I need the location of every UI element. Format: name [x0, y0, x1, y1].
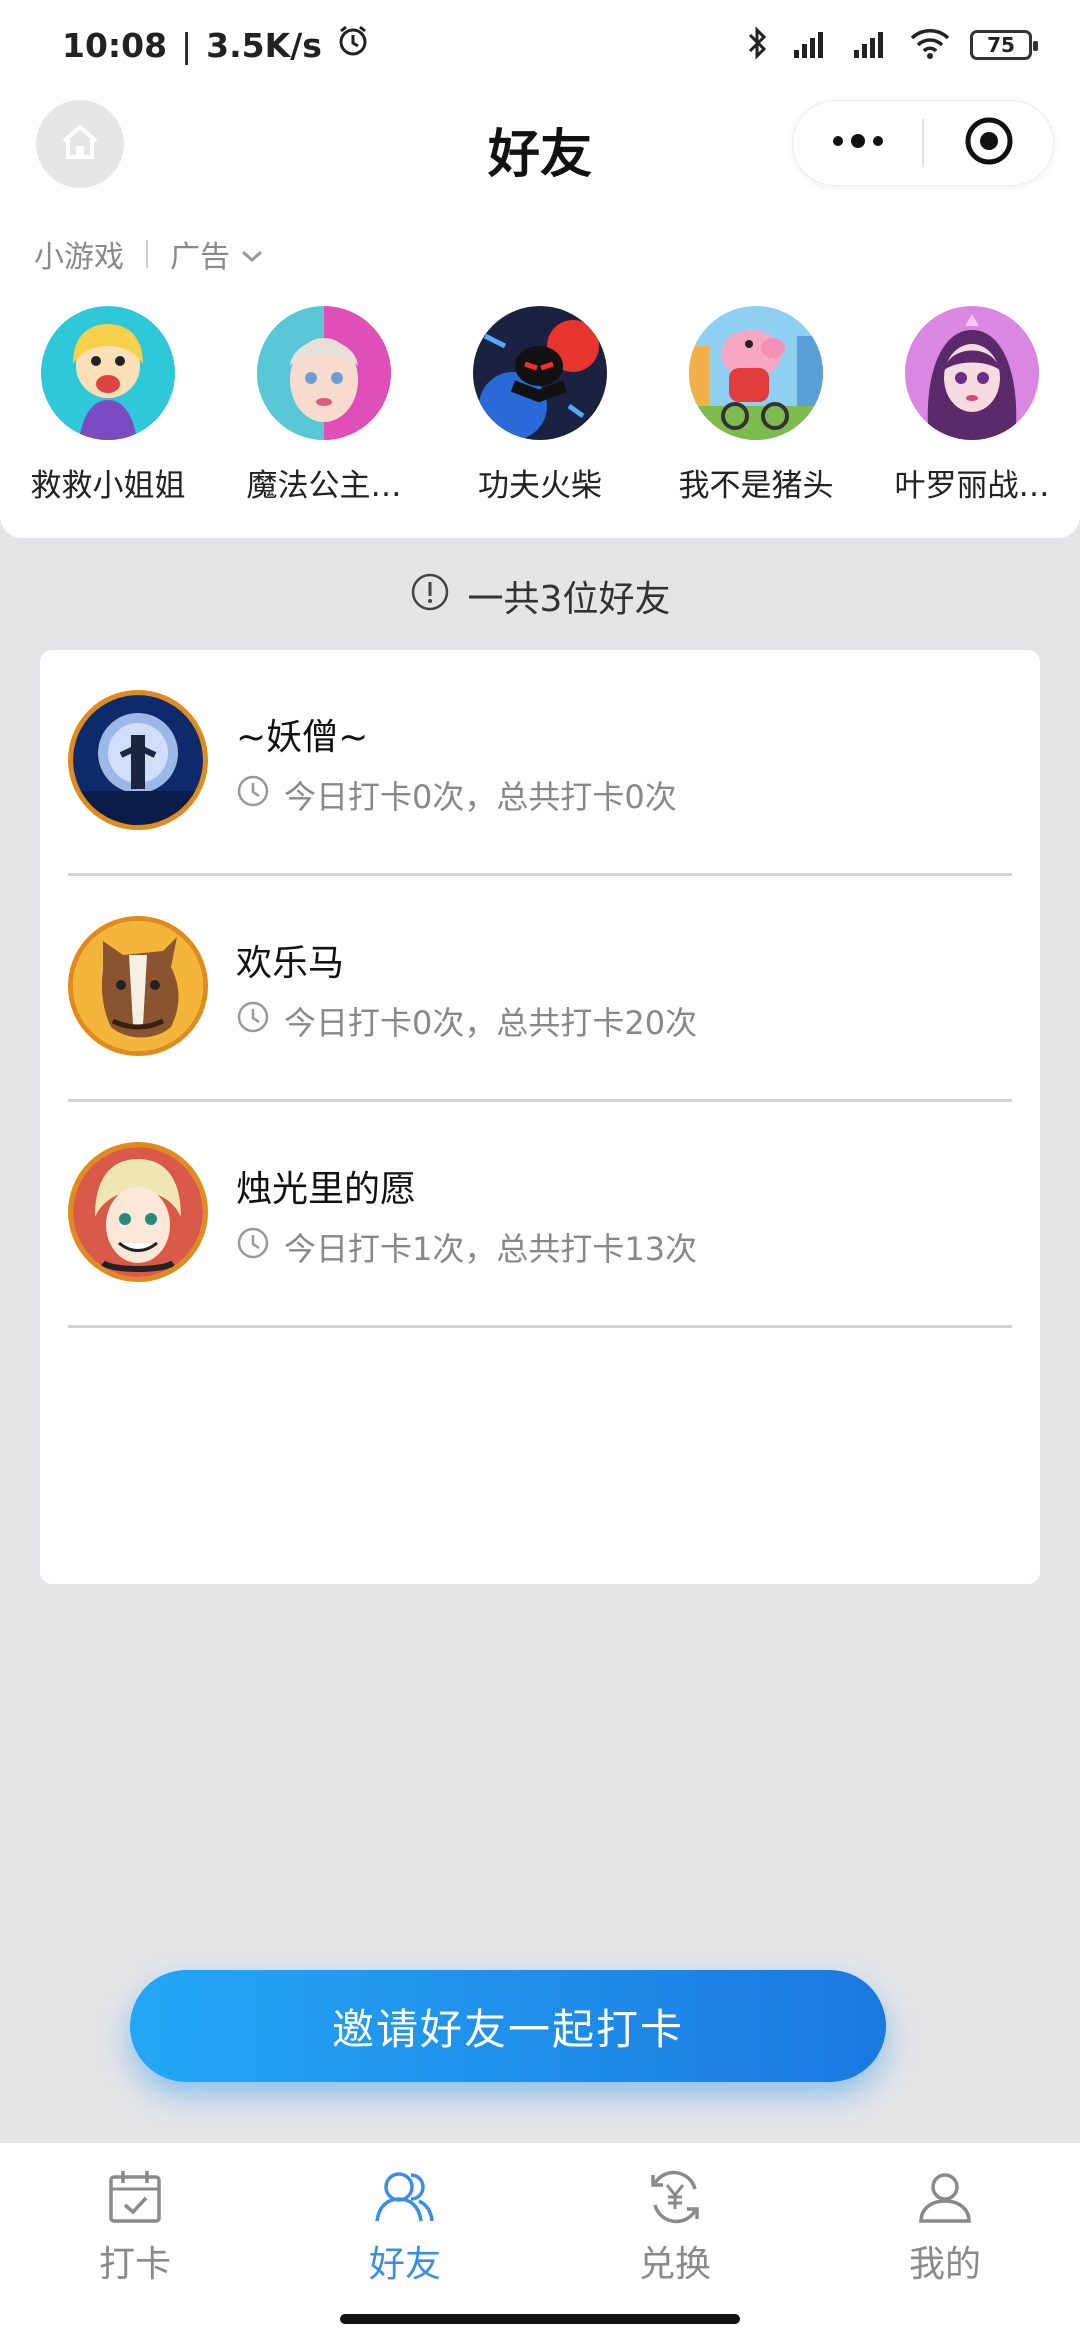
exchange-yen-icon [643, 2165, 707, 2229]
princess-icon [257, 306, 391, 440]
signal-icon [848, 26, 890, 64]
friend-name: 欢乐马 [236, 943, 345, 984]
friend-stats: 今日打卡1次，总共打卡13次 [236, 1224, 697, 1270]
game-item[interactable]: 救救小姐姐 [0, 306, 216, 505]
friend-name: 烛光里的愿 [236, 1169, 417, 1210]
tab-mine[interactable]: 我的 [810, 2143, 1080, 2340]
game-name: 叶罗丽战… [894, 468, 1050, 504]
friend-stats-text: 今日打卡0次，总共打卡20次 [284, 1004, 698, 1042]
stickman-icon [473, 306, 607, 440]
doll-icon [905, 306, 1039, 440]
target-circle-icon [963, 115, 1015, 171]
status-divider: | [181, 25, 193, 65]
game-name: 我不是猪头 [678, 468, 834, 504]
cartoon-girl-icon [41, 306, 175, 440]
clock-icon [236, 1000, 270, 1042]
status-right: 75 [746, 25, 1038, 65]
friend-stats: 今日打卡0次，总共打卡0次 [236, 772, 677, 818]
ad-header: 小游戏 广告 [34, 232, 264, 276]
friend-row[interactable]: 烛光里的愿 今日打卡1次，总共打卡13次 [68, 1102, 1012, 1328]
friends-count-text: 一共3位好友 [467, 579, 671, 620]
tab-exchange[interactable]: 兑换 [540, 2143, 810, 2340]
tab-label: 我的 [908, 2244, 981, 2285]
user-icon [913, 2165, 977, 2229]
tab-friends[interactable]: 好友 [270, 2143, 540, 2340]
status-speed: 3.5K/s [206, 25, 322, 65]
mini-game-label: 小游戏 [34, 240, 124, 275]
chevron-down-icon[interactable] [240, 237, 264, 272]
avatar [68, 690, 208, 830]
game-item[interactable]: 魔法公主… [216, 306, 432, 505]
alarm-icon [336, 24, 370, 66]
close-miniprogram-button[interactable] [924, 101, 1053, 185]
invite-friends-button[interactable]: 邀请好友一起打卡 [130, 1970, 886, 2082]
friend-stats: 今日打卡0次，总共打卡20次 [236, 998, 697, 1044]
friend-stats-text: 今日打卡1次，总共打卡13次 [284, 1230, 698, 1268]
more-dots-icon [830, 133, 886, 153]
game-name: 救救小姐姐 [30, 468, 186, 504]
game-item[interactable]: 叶罗丽战… [864, 306, 1080, 505]
ad-label[interactable]: 广告 [170, 232, 230, 276]
tab-checkin[interactable]: 打卡 [0, 2143, 270, 2340]
battery-icon: 75 [970, 30, 1038, 60]
friend-row[interactable]: ~妖僧~ 今日打卡0次，总共打卡0次 [68, 650, 1012, 876]
more-button[interactable] [793, 101, 922, 185]
friends-list: ~妖僧~ 今日打卡0次，总共打卡0次 欢乐马 今日打卡0次，总共打卡20次 烛光… [40, 650, 1040, 1584]
ad-header-divider [146, 240, 148, 268]
friend-row[interactable]: 欢乐马 今日打卡0次，总共打卡20次 [68, 876, 1012, 1102]
miniprogram-capsule [792, 100, 1054, 186]
avatar [68, 1142, 208, 1282]
avatar [68, 916, 208, 1056]
clock-icon [236, 1226, 270, 1268]
ad-games-list: 救救小姐姐 魔法公主… 功夫火柴 我不是猪头 叶罗丽战… [0, 306, 1080, 505]
signal-hd-icon [788, 26, 830, 64]
clock-icon [236, 774, 270, 816]
tab-label: 好友 [368, 2244, 441, 2285]
status-left: 10:08 | 3.5K/s [62, 24, 370, 66]
game-item[interactable]: 功夫火柴 [432, 306, 648, 505]
status-time: 10:08 [62, 25, 168, 65]
friends-icon [373, 2165, 437, 2229]
wifi-icon [908, 26, 952, 64]
friend-name: ~妖僧~ [236, 717, 369, 758]
home-indicator[interactable] [340, 2314, 740, 2324]
calendar-check-icon [103, 2165, 167, 2229]
bluetooth-icon [746, 25, 770, 65]
game-name: 功夫火柴 [478, 468, 602, 504]
tab-bar: 打卡 好友 兑换 我的 [0, 2142, 1080, 2340]
friends-count: 一共3位好友 [0, 572, 1080, 620]
mini-game-ad-panel: 小游戏 广告 救救小姐姐 魔法公主… 功夫火柴 我不是猪头 叶罗丽战… [0, 210, 1080, 538]
tab-label: 打卡 [98, 2244, 171, 2285]
tab-label: 兑换 [638, 2244, 711, 2285]
pig-icon [689, 306, 823, 440]
status-bar: 10:08 | 3.5K/s 75 [0, 0, 1080, 90]
nav-bar: 好友 [0, 90, 1080, 210]
info-icon [410, 572, 450, 621]
game-name: 魔法公主… [246, 468, 402, 504]
game-item[interactable]: 我不是猪头 [648, 306, 864, 505]
friend-stats-text: 今日打卡0次，总共打卡0次 [284, 778, 677, 816]
